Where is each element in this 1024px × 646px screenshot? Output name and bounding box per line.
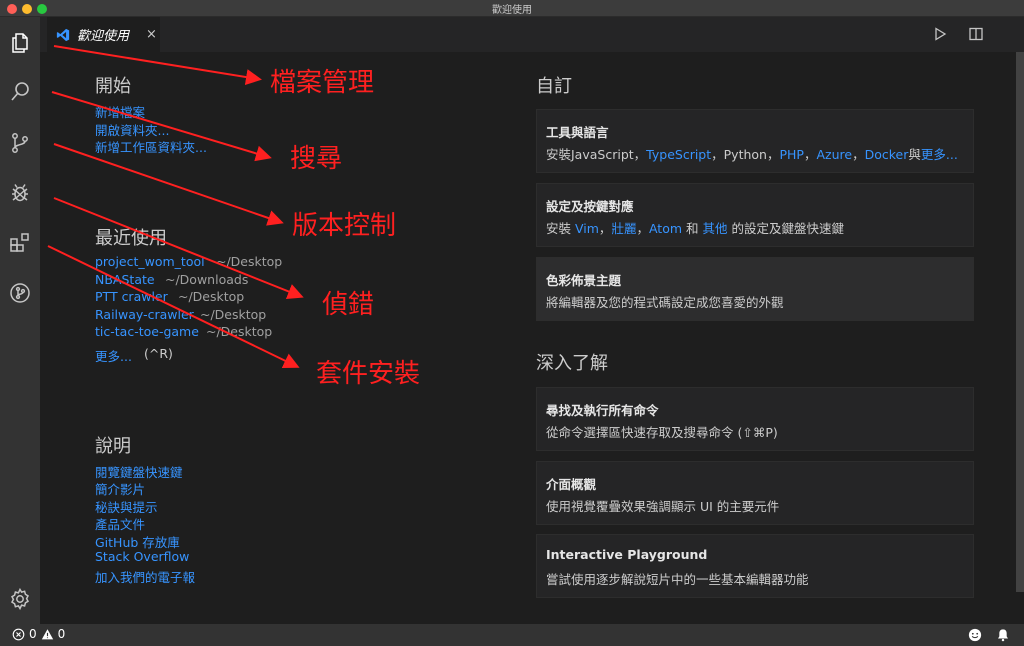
sublime-link[interactable]: 壯麗 [611, 221, 636, 236]
recent-item-path: ~/Desktop [178, 289, 245, 304]
gear-icon[interactable] [6, 585, 34, 613]
start-title: 開始 [95, 76, 131, 97]
add-workspace-folder-link[interactable]: 新增工作區資料夾... [95, 137, 207, 156]
source-control-icon[interactable] [6, 129, 34, 157]
learn-card-desc: 從命令選擇區快速存取及搜尋命令 (⇧⌘P) [546, 425, 778, 440]
learn-card-title: Interactive Playground [546, 547, 708, 562]
recent-item-link[interactable]: project_wom_tool [95, 254, 205, 269]
learn-card-commands[interactable]: 尋找及執行所有命令 從命令選擇區快速存取及搜尋命令 (⇧⌘P) [536, 387, 974, 451]
help-link-intro-videos[interactable]: 簡介影片 [95, 479, 145, 498]
error-count: 0 [29, 627, 37, 641]
annotation-search: 搜尋 [290, 144, 343, 174]
activity-bar [0, 17, 40, 624]
feedback-smiley-icon[interactable] [968, 627, 982, 642]
keymaps-card[interactable]: 設定及按鍵對應 安裝 Vim，壯麗，Atom 和 其他 的設定及鍵盤快速鍵 [536, 183, 974, 247]
warning-count: 0 [57, 627, 66, 641]
files-icon[interactable] [6, 29, 34, 57]
notifications-bell-icon[interactable] [996, 627, 1010, 642]
learn-title: 深入了解 [536, 353, 608, 374]
new-file-link[interactable]: 新增檔案 [95, 102, 145, 121]
split-editor-icon[interactable] [968, 26, 984, 42]
learn-card-desc: 嘗試使用逐步解說短片中的一些基本編輯器功能 [546, 572, 809, 587]
annotation-extensions: 套件安裝 [316, 359, 421, 389]
recent-item-path: ~/Downloads [165, 272, 249, 287]
status-bar: 0 0 [0, 624, 1024, 646]
help-link-docs[interactable]: 產品文件 [95, 514, 145, 533]
error-icon [12, 628, 25, 640]
scrollbar-thumb[interactable] [1016, 52, 1024, 592]
php-link[interactable]: PHP [779, 147, 803, 162]
recent-item-path: ~/Desktop [200, 307, 267, 322]
vim-link[interactable]: Vim [575, 221, 599, 236]
warning-icon [41, 628, 53, 639]
vscode-logo-icon [56, 28, 70, 41]
customize-title: 自訂 [536, 76, 572, 97]
more-recent-link[interactable]: 更多... [95, 346, 132, 365]
search-icon[interactable] [6, 78, 34, 106]
annotation-debug: 偵錯 [322, 290, 375, 320]
problems-indicator[interactable]: 0 0 [12, 627, 65, 641]
debug-icon[interactable] [6, 179, 34, 207]
tools-card-desc: 安裝JavaScript，TypeScript，Python，PHP，Azure… [546, 147, 958, 162]
other-keymaps-link[interactable]: 其他 [702, 221, 727, 236]
keymaps-card-desc: 安裝 Vim，壯麗，Atom 和 其他 的設定及鍵盤快速鍵 [546, 221, 844, 236]
tools-card-title: 工具與語言 [546, 125, 609, 140]
tab-close-button[interactable]: × [146, 27, 157, 42]
learn-card-interface[interactable]: 介面概觀 使用視覺覆疊效果強調顯示 UI 的主要元件 [536, 461, 974, 525]
tools-card[interactable]: 工具與語言 安裝JavaScript，TypeScript，Python，PHP… [536, 109, 974, 173]
theme-card-desc: 將編輯器及您的程式碼設定成您喜愛的外觀 [546, 295, 784, 310]
recent-item-path: ~/Desktop [206, 324, 273, 339]
tab-welcome[interactable]: 歡迎使用 × [47, 17, 160, 52]
recent-title: 最近使用 [95, 228, 167, 249]
learn-card-title: 介面概觀 [546, 477, 597, 492]
title-bar: 歡迎使用 [0, 0, 1024, 17]
typescript-link[interactable]: TypeScript [646, 147, 711, 162]
more-recent-shortcut: (^R) [144, 346, 173, 361]
recent-item-path: ~/Desktop [216, 254, 283, 269]
window-title: 歡迎使用 [492, 5, 532, 16]
recent-item-link[interactable]: PTT crawler [95, 289, 168, 304]
theme-card-title: 色彩佈景主題 [546, 273, 622, 288]
theme-card[interactable]: 色彩佈景主題 將編輯器及您的程式碼設定成您喜愛的外觀 [536, 257, 974, 321]
keymaps-card-title: 設定及按鍵對應 [546, 199, 634, 214]
help-link-stackoverflow[interactable]: Stack Overflow [95, 549, 189, 564]
tab-label: 歡迎使用 [77, 29, 130, 44]
learn-card-title: 尋找及執行所有命令 [546, 403, 659, 418]
help-link-newsletter[interactable]: 加入我們的電子報 [95, 567, 195, 586]
run-icon[interactable] [932, 26, 948, 42]
learn-card-playground[interactable]: Interactive Playground 嘗試使用逐步解說短片中的一些基本編… [536, 534, 974, 598]
recent-item-link[interactable]: tic-tac-toe-game [95, 324, 199, 339]
learn-card-desc: 使用視覺覆疊效果強調顯示 UI 的主要元件 [546, 499, 780, 514]
azure-link[interactable]: Azure [816, 147, 852, 162]
help-title: 說明 [95, 436, 131, 457]
editor-tab-bar: 歡迎使用 × [40, 17, 1024, 52]
more-tools-link[interactable]: 更多... [921, 147, 958, 162]
atom-link[interactable]: Atom [649, 221, 682, 236]
annotation-scm: 版本控制 [292, 211, 397, 241]
git-graph-icon[interactable] [6, 279, 34, 307]
recent-item-link[interactable]: Railway-crawler [95, 307, 194, 322]
annotation-explorer: 檔案管理 [270, 68, 375, 98]
docker-link[interactable]: Docker [865, 147, 909, 162]
recent-item-link[interactable]: NBAState [95, 272, 155, 287]
extensions-icon[interactable] [6, 229, 34, 257]
